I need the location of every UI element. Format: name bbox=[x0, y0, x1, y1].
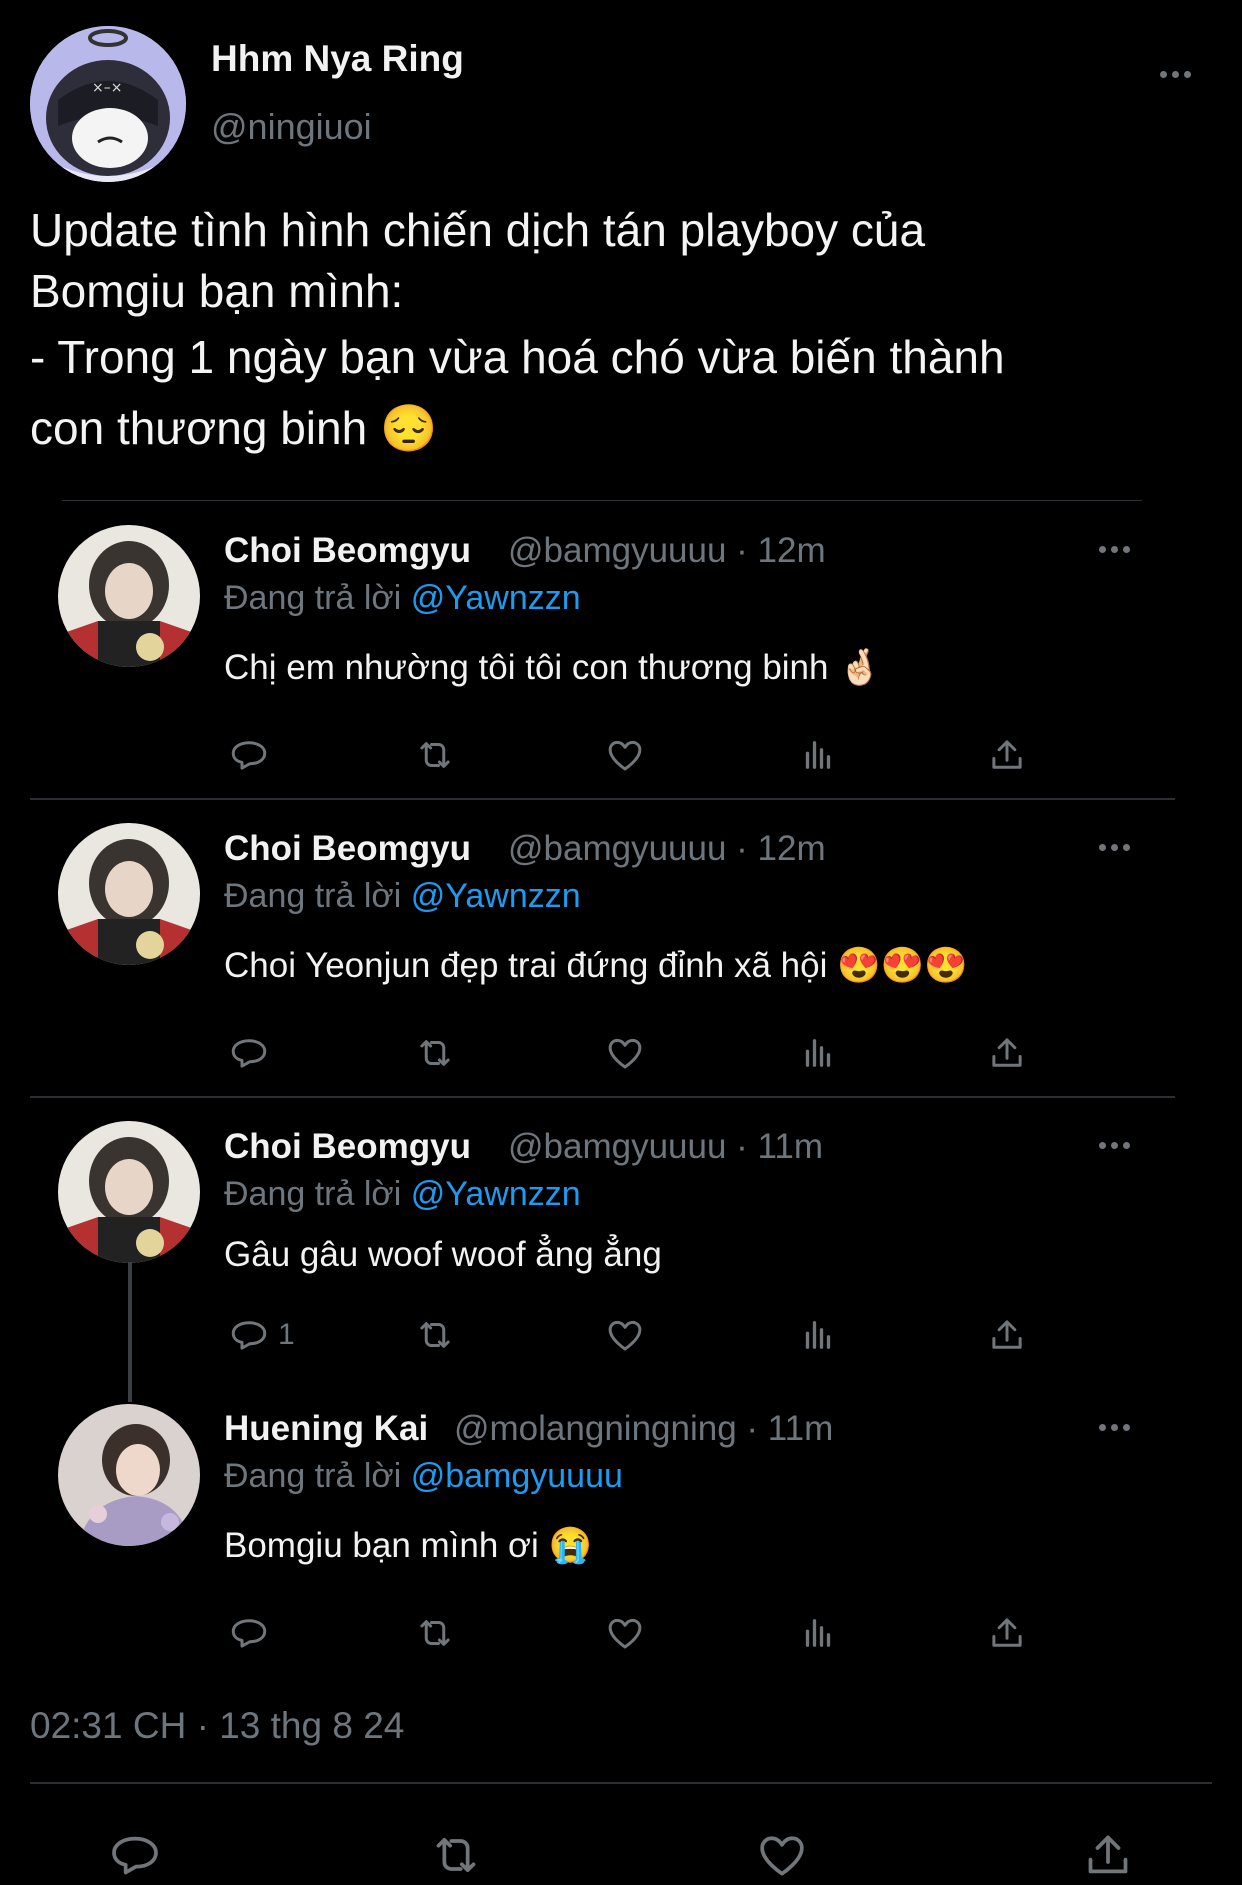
reply-author-name[interactable]: Huening Kai bbox=[224, 1409, 428, 1449]
reply-author-name[interactable]: Choi Beomgyu bbox=[224, 531, 471, 571]
mention-link[interactable]: @bamgyuuuu bbox=[411, 1457, 623, 1495]
share-icon[interactable] bbox=[1080, 1827, 1136, 1883]
replying-prefix: Đang trả lời bbox=[224, 877, 411, 915]
tweet-line: con thương binh 😔 bbox=[30, 402, 438, 455]
reply-handle-time[interactable]: @bamgyuuuu · 12m bbox=[508, 829, 826, 869]
profile-photo-icon bbox=[58, 823, 200, 965]
card-divider bbox=[62, 500, 1142, 501]
heart-icon[interactable] bbox=[754, 1827, 810, 1883]
reply-text: Choi Yeonjun đẹp trai đứng đỉnh xã hội 😍… bbox=[224, 946, 968, 985]
mention-link[interactable]: @Yawnzzn bbox=[411, 579, 581, 617]
reply-avatar[interactable] bbox=[58, 1404, 200, 1546]
replying-prefix: Đang trả lời bbox=[224, 579, 411, 617]
reply-icon[interactable] bbox=[107, 1827, 163, 1883]
views-icon[interactable] bbox=[797, 1032, 839, 1074]
author-name[interactable]: Hhm Nya Ring bbox=[211, 38, 464, 80]
heart-icon[interactable] bbox=[604, 1314, 646, 1356]
mention-link[interactable]: @Yawnzzn bbox=[411, 877, 581, 915]
reply-count: 1 bbox=[278, 1318, 295, 1351]
divider bbox=[30, 1782, 1212, 1784]
more-icon[interactable] bbox=[1099, 844, 1130, 851]
reply-avatar[interactable] bbox=[58, 1121, 200, 1263]
tweet-line: Update tình hình chiến dịch tán playboy … bbox=[30, 204, 926, 256]
views-icon[interactable] bbox=[797, 1314, 839, 1356]
more-icon[interactable] bbox=[1160, 71, 1191, 78]
thread-connector bbox=[128, 1262, 132, 1402]
views-icon[interactable] bbox=[797, 1612, 839, 1654]
heart-icon[interactable] bbox=[604, 1032, 646, 1074]
profile-photo-icon bbox=[58, 525, 200, 667]
cartoon-avatar-icon: ×–× bbox=[30, 26, 186, 182]
retweet-icon[interactable] bbox=[428, 1827, 484, 1883]
reply-handle-time[interactable]: @molangningning · 11m bbox=[454, 1409, 833, 1449]
mention-link[interactable]: @Yawnzzn bbox=[411, 1175, 581, 1213]
replying-prefix: Đang trả lời bbox=[224, 1175, 411, 1213]
reply-icon[interactable]: 1 bbox=[228, 1314, 295, 1356]
retweet-icon[interactable] bbox=[414, 1032, 456, 1074]
reply-author-name[interactable]: Choi Beomgyu bbox=[224, 829, 471, 869]
share-icon[interactable] bbox=[986, 1314, 1028, 1356]
retweet-icon[interactable] bbox=[414, 1612, 456, 1654]
svg-text:×–×: ×–× bbox=[92, 80, 122, 96]
share-icon[interactable] bbox=[986, 1032, 1028, 1074]
tweet-line: Bomgiu bạn mình: bbox=[30, 264, 404, 317]
more-icon[interactable] bbox=[1099, 1424, 1130, 1431]
reply-text: Chị em nhường tôi tôi con thương binh 🤞🏻 bbox=[224, 648, 882, 687]
reply-avatar[interactable] bbox=[58, 823, 200, 965]
author-handle[interactable]: @ningiuoi bbox=[211, 106, 372, 148]
replying-to: Đang trả lời @Yawnzzn bbox=[224, 877, 581, 916]
divider bbox=[30, 798, 1175, 800]
reply-text: Bomgiu bạn mình ơi 😭 bbox=[224, 1526, 593, 1565]
views-icon[interactable] bbox=[797, 734, 839, 776]
tweet-timestamp[interactable]: 02:31 CH · 13 thg 8 24 bbox=[30, 1705, 404, 1747]
retweet-icon[interactable] bbox=[414, 1314, 456, 1356]
reply-handle-time[interactable]: @bamgyuuuu · 12m bbox=[508, 531, 826, 571]
divider bbox=[30, 1096, 1175, 1098]
reply-icon[interactable] bbox=[228, 734, 278, 776]
replying-to: Đang trả lời @Yawnzzn bbox=[224, 579, 581, 618]
replying-to: Đang trả lời @Yawnzzn bbox=[224, 1175, 581, 1214]
reply-icon[interactable] bbox=[228, 1032, 278, 1074]
more-icon[interactable] bbox=[1099, 546, 1130, 553]
reply-text: Gâu gâu woof woof ẳng ẳng bbox=[224, 1235, 662, 1274]
share-icon[interactable] bbox=[986, 734, 1028, 776]
heart-icon[interactable] bbox=[604, 734, 646, 776]
tweet-line: - Trong 1 ngày bạn vừa hoá chó vừa biến … bbox=[30, 331, 1005, 384]
tweet-text: Update tình hình chiến dịch tán playboy … bbox=[30, 200, 1210, 459]
profile-photo-icon bbox=[58, 1121, 200, 1263]
heart-icon[interactable] bbox=[604, 1612, 646, 1654]
reply-avatar[interactable] bbox=[58, 525, 200, 667]
more-icon[interactable] bbox=[1099, 1142, 1130, 1149]
replying-prefix: Đang trả lời bbox=[224, 1457, 411, 1495]
reply-handle-time[interactable]: @bamgyuuuu · 11m bbox=[508, 1127, 823, 1167]
retweet-icon[interactable] bbox=[414, 734, 456, 776]
reply-author-name[interactable]: Choi Beomgyu bbox=[224, 1127, 471, 1167]
reply-icon[interactable] bbox=[228, 1612, 278, 1654]
share-icon[interactable] bbox=[986, 1612, 1028, 1654]
profile-photo-icon bbox=[58, 1404, 200, 1546]
author-avatar[interactable]: ×–× bbox=[30, 26, 186, 182]
replying-to: Đang trả lời @bamgyuuuu bbox=[224, 1457, 623, 1496]
